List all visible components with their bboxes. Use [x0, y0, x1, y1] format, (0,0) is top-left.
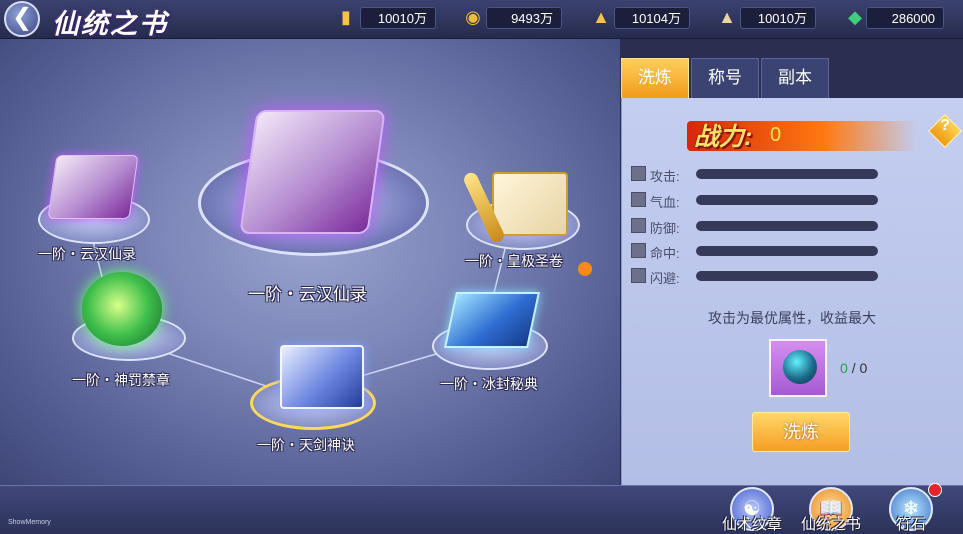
stat-defense-bar [696, 221, 878, 231]
stat-hit-checkbox[interactable] [631, 243, 646, 258]
resource-gold-ingot: 10104万 [614, 7, 690, 29]
book-main-image[interactable] [239, 110, 386, 234]
resource-silver-ingot: 10010万 [740, 7, 816, 29]
material-current: 0 [840, 360, 848, 376]
notification-dot [578, 262, 592, 276]
silver-ingot-icon: ▲ [718, 7, 736, 27]
stat-hp-checkbox[interactable] [631, 192, 646, 207]
power-value: 0 [770, 124, 782, 146]
stat-defense-checkbox[interactable] [631, 218, 646, 233]
power-label: 战力: [694, 123, 753, 151]
help-question-mark: ? [940, 117, 950, 134]
nav-book-label[interactable]: 仙统之书 [793, 513, 869, 534]
book-label-yunhan: 一阶・云汉仙录 [38, 246, 136, 262]
stat-attack-checkbox[interactable] [631, 166, 646, 181]
nav-emblem-label[interactable]: 仙术纹章 [714, 513, 790, 534]
book-label-huangji: 一阶・皇极圣卷 [465, 253, 563, 269]
coin-icon: ◉ [465, 7, 481, 27]
book-huangji-image[interactable] [492, 172, 568, 236]
stat-attack-bar [696, 169, 878, 179]
material-count: 0 / 0 [840, 360, 867, 376]
book-label-shenfa: 一阶・神罚禁章 [72, 372, 170, 388]
book-label-tianjian: 一阶・天剑神诀 [257, 437, 355, 453]
back-button[interactable]: ❮ [4, 1, 40, 37]
stat-dodge-label: 闪避: [650, 271, 680, 286]
refine-hint: 攻击为最优属性，收益最大 [708, 310, 876, 326]
stat-hp-label: 气血: [650, 195, 680, 210]
book-yunhan-image[interactable] [47, 155, 139, 219]
rune-badge [928, 483, 942, 497]
stat-hp-bar [696, 195, 878, 205]
stat-dodge-checkbox[interactable] [631, 268, 646, 283]
nav-rune-label[interactable]: 符石 [873, 513, 949, 534]
book-shenfa-image[interactable] [82, 272, 162, 346]
watermark: ShowMemory [8, 519, 51, 526]
tab-refine[interactable]: 洗炼 [621, 58, 689, 98]
stat-dodge-bar [696, 271, 878, 281]
book-label-main: 一阶・云汉仙录 [248, 285, 367, 304]
stat-hit-bar [696, 246, 878, 256]
book-bingfeng-image[interactable] [444, 292, 540, 348]
tab-dungeon[interactable]: 副本 [761, 58, 829, 98]
resource-gold-bar: 10010万 [360, 7, 436, 29]
gold-bar-icon: ▮ [341, 7, 351, 27]
gem-icon [783, 350, 817, 384]
resource-jade: 286000 [866, 7, 944, 29]
book-label-bingfeng: 一阶・冰封秘典 [440, 376, 538, 392]
chevron-left-icon: ❮ [11, 4, 33, 31]
resource-coin: 9493万 [486, 7, 562, 29]
page-title: 仙统之书 [52, 9, 168, 39]
jade-icon: ◆ [848, 7, 862, 27]
stat-attack-label: 攻击: [650, 169, 680, 184]
tab-title[interactable]: 称号 [691, 58, 759, 98]
gold-ingot-icon: ▲ [592, 7, 610, 27]
material-separator: / [851, 360, 856, 376]
stat-defense-label: 防御: [650, 221, 680, 236]
refine-button[interactable]: 洗炼 [752, 412, 850, 452]
stat-hit-label: 命中: [650, 246, 680, 261]
material-total: 0 [859, 360, 868, 376]
book-tianjian-image[interactable] [280, 345, 364, 409]
